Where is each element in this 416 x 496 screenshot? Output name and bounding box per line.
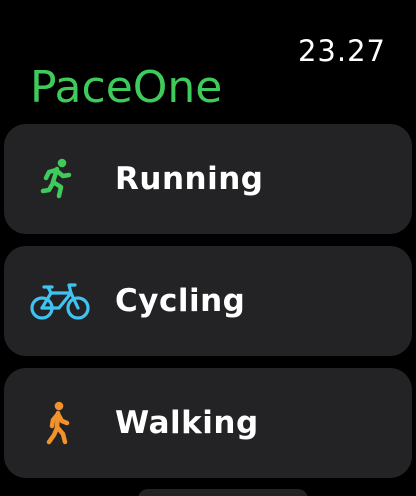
watch-screen: 23.27 PaceOne Running Cycling Walking	[0, 0, 416, 496]
activity-row-walking[interactable]: Walking	[4, 368, 412, 478]
activity-label: Walking	[115, 405, 259, 441]
activity-label: Cycling	[115, 283, 246, 319]
walking-figure-icon	[28, 399, 92, 447]
status-time: 23.27	[297, 34, 386, 68]
activity-label: Running	[115, 161, 264, 197]
bicycle-icon	[28, 277, 92, 325]
activity-row-running[interactable]: Running	[4, 124, 412, 234]
activity-row-cycling[interactable]: Cycling	[4, 246, 412, 356]
app-title: PaceOne	[30, 62, 223, 113]
running-figure-icon	[28, 155, 92, 203]
next-row-peek[interactable]	[138, 489, 308, 496]
activity-list: Running Cycling Walking	[4, 124, 412, 490]
